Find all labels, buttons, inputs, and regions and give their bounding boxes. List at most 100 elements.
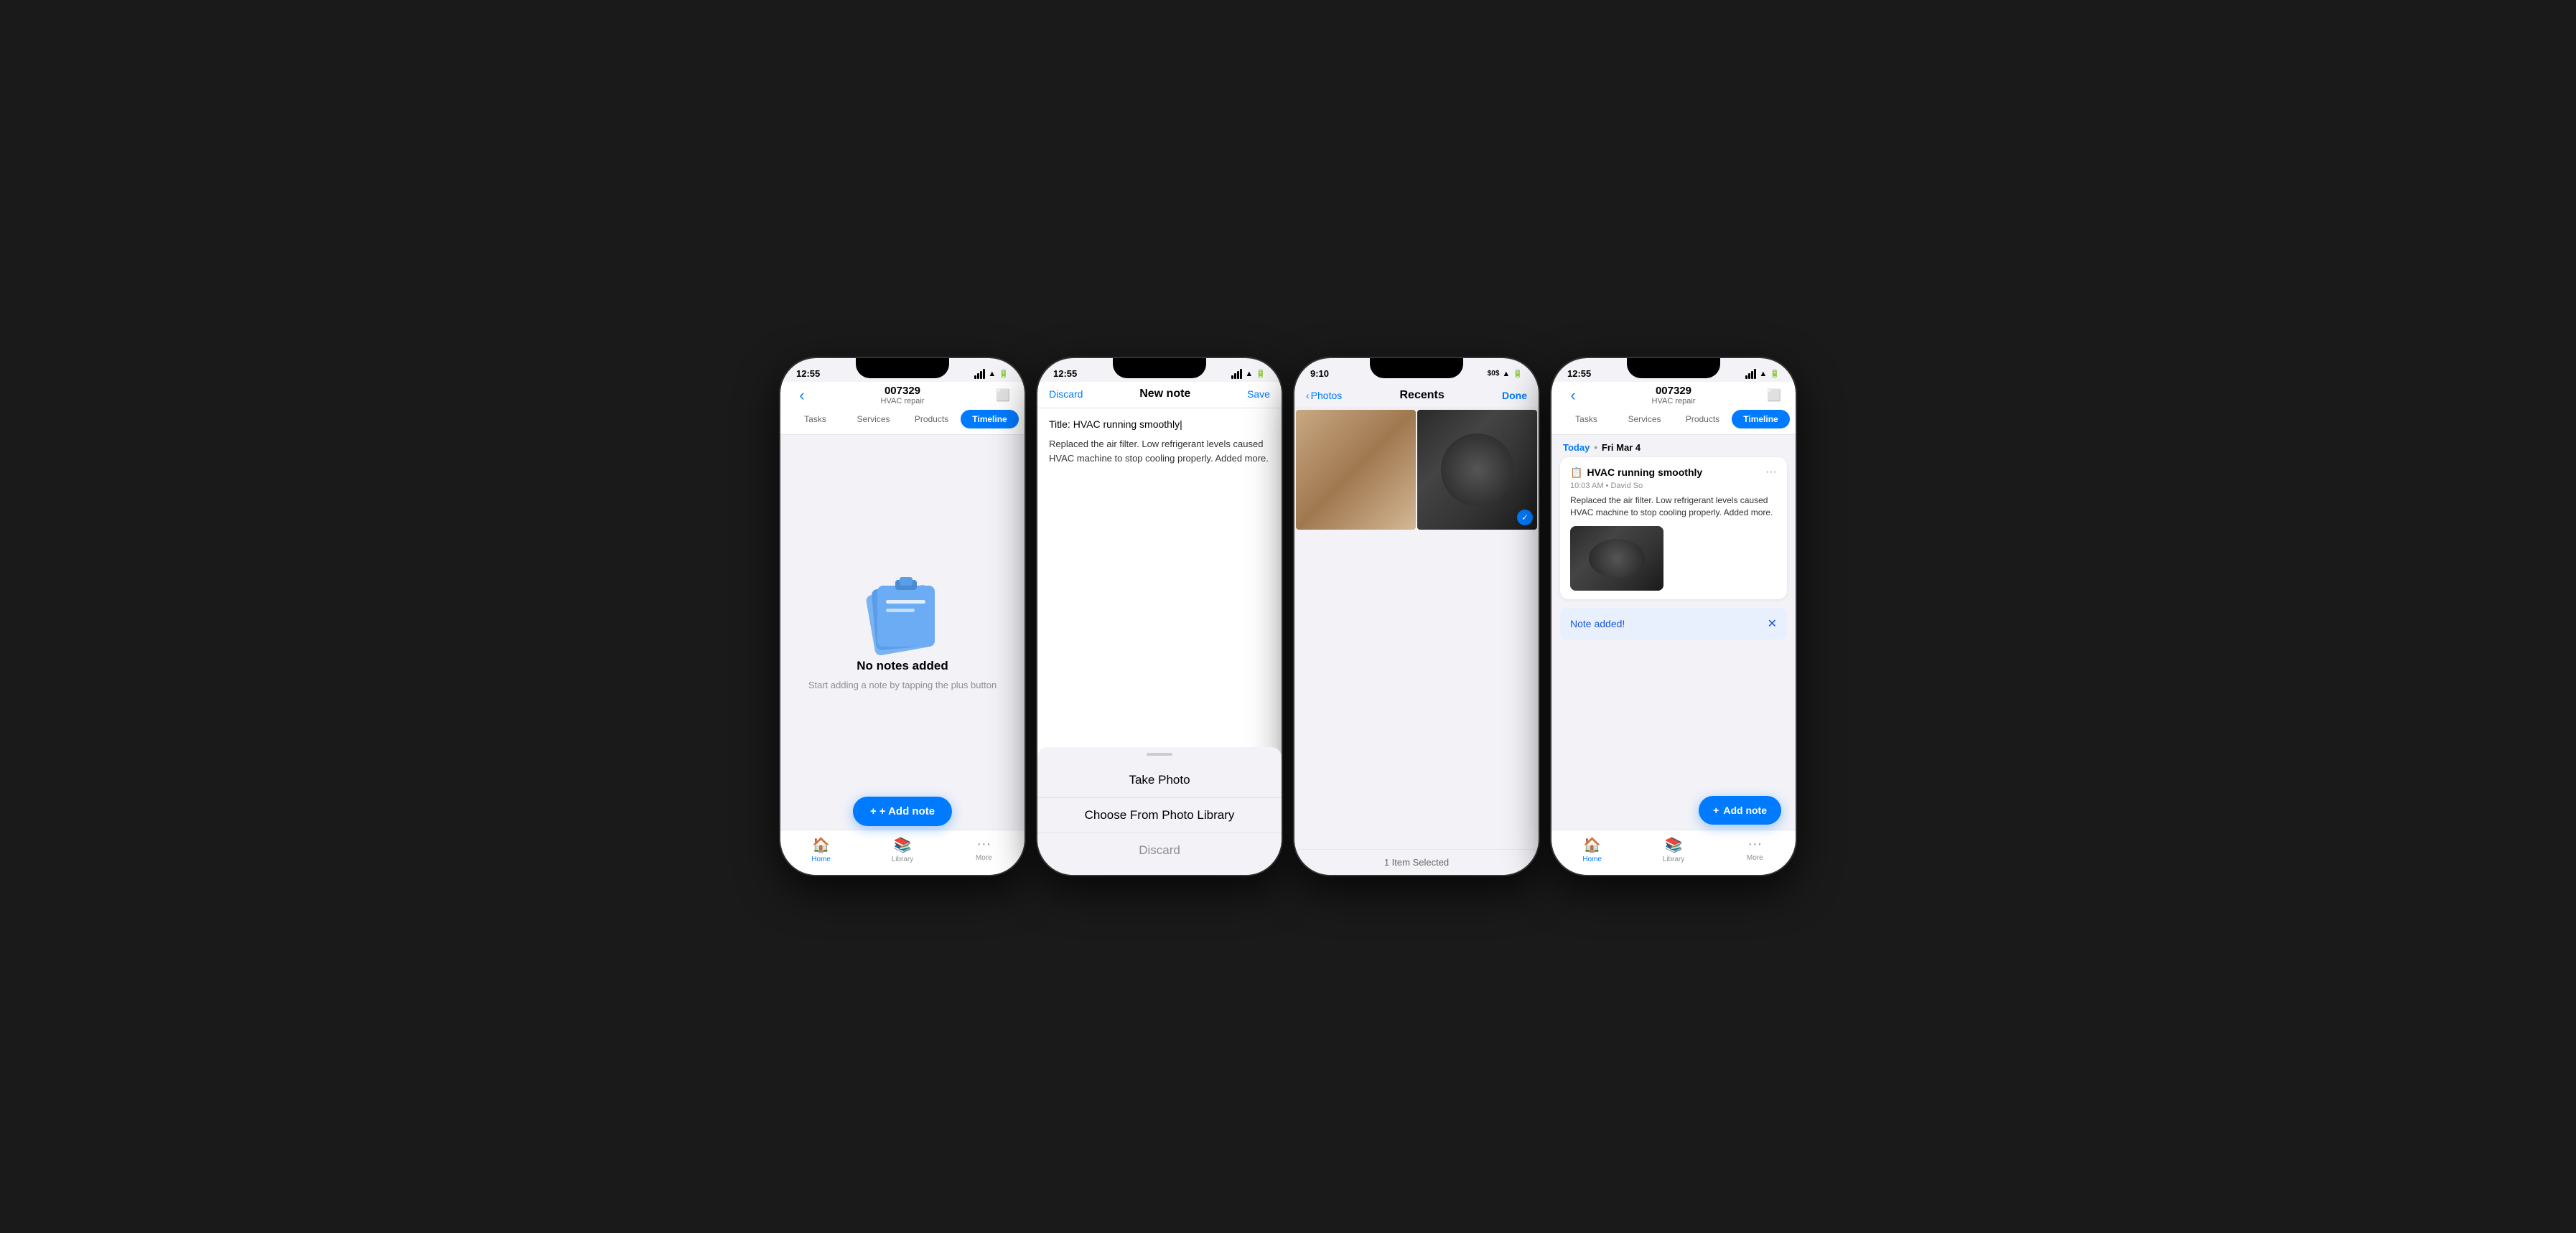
phone-2: 12:55 ▲ 🔋 Discard New note Save Title: H… [1037,358,1282,875]
action-discard[interactable]: Discard [1037,833,1282,868]
tab-timeline-4[interactable]: Timeline [1732,410,1790,428]
nav-more-4[interactable]: ··· More [1714,836,1796,863]
export-button-4[interactable]: ⬜ [1764,385,1784,405]
nav-home-1[interactable]: 🏠 Home [780,836,862,863]
wifi-icon-3: ▲ [1502,370,1510,378]
discard-button-2[interactable]: Discard [1049,388,1083,400]
header-title-1: 007329 HVAC repair [812,385,993,405]
photo-thumb-carpet[interactable] [1296,410,1416,530]
bottom-nav-4: 🏠 Home 📚 Library ··· More [1551,830,1796,875]
tab-tasks-4[interactable]: Tasks [1557,410,1615,428]
library-icon-4: 📚 [1665,836,1683,854]
card-menu-button-4[interactable]: ··· [1765,466,1777,479]
job-subtitle-1: HVAC repair [812,397,993,405]
card-title-row-4: 📋 HVAC running smoothly [1570,467,1702,479]
status-time-1: 12:55 [796,368,820,379]
battery-icon-4: 🔋 [1770,369,1780,378]
battery-icon-2: 🔋 [1256,369,1266,378]
photo-thumb-hvac[interactable]: ✓ [1417,410,1537,530]
timeline-card-4: 📋 HVAC running smoothly ··· 10:03 AM • D… [1560,457,1787,599]
tab-products-1[interactable]: Products [902,410,961,428]
wifi-icon-4: ▲ [1759,370,1767,378]
bar1 [974,375,976,379]
note-title-field-2[interactable]: Title: HVAC running smoothly| [1049,418,1270,430]
signal-bars-1 [974,369,985,379]
header-title-4: 007329 HVAC repair [1583,385,1764,405]
screen-4: 12:55 ▲ 🔋 ‹ 007329 HVAC repair [1551,358,1796,875]
job-number-1: 007329 [812,385,993,397]
back-button-4[interactable]: ‹ [1563,385,1583,405]
status-icons-1: ▲ 🔋 [974,369,1009,379]
status-icons-4: ▲ 🔋 [1745,369,1780,379]
nav-home-4[interactable]: 🏠 Home [1551,836,1633,863]
grid-spacer-3 [1294,630,1539,849]
toast-text-4: Note added! [1570,618,1625,629]
more-icon-1: ··· [976,836,991,853]
today-label-4: Today [1563,442,1590,453]
screen-2: 12:55 ▲ 🔋 Discard New note Save Title: H… [1037,358,1282,875]
job-number-4: 007329 [1583,385,1764,397]
notes-app-icon [856,573,949,659]
status-icons-3: $0$ ▲ 🔋 [1488,369,1523,378]
carrier-label-3: $0$ [1488,370,1500,378]
add-note-fab-1[interactable]: + + Add note [853,797,952,826]
battery-icon-3: 🔋 [1513,369,1523,378]
tabs-1: Tasks Services Products Timeline [780,410,1025,435]
dot-4: • [1594,442,1597,453]
bar4 [983,369,985,379]
action-choose-library[interactable]: Choose From Photo Library [1037,798,1282,833]
tab-tasks-1[interactable]: Tasks [786,410,844,428]
add-note-fab-4[interactable]: + Add note [1699,796,1781,825]
date-label-4: Fri Mar 4 [1602,442,1641,453]
new-note-title-2: New note [1139,388,1190,400]
empty-subtitle-1: Start adding a note by tapping the plus … [808,679,997,692]
tab-services-1[interactable]: Services [844,410,902,428]
export-button-1[interactable]: ⬜ [993,385,1013,405]
photo-grid-3: ✓ [1294,408,1539,630]
wifi-icon-2: ▲ [1245,370,1253,378]
tab-services-4[interactable]: Services [1615,410,1674,428]
nav-library-4[interactable]: 📚 Library [1633,836,1714,863]
phone-3: 9:10 $0$ ▲ 🔋 ‹ Photos Recents Done [1294,358,1539,875]
card-doc-icon-4: 📋 [1570,467,1582,479]
checkmark-icon-3: ✓ [1521,512,1529,522]
chevron-left-icon-1: ‹ [799,386,804,405]
note-body-field-2[interactable]: Replaced the air filter. Low refrigerant… [1049,437,1270,465]
status-time-4: 12:55 [1567,368,1591,379]
done-button-3[interactable]: Done [1502,390,1527,401]
status-time-2: 12:55 [1053,368,1077,379]
bar4-4 [1754,369,1756,379]
phone-4: 12:55 ▲ 🔋 ‹ 007329 HVAC repair [1551,358,1796,875]
notch-2 [1113,358,1206,378]
toast-4: Note added! ✕ [1560,608,1787,639]
bar4-1 [1745,375,1747,379]
tabs-4: Tasks Services Products Timeline [1551,410,1796,435]
bar2-3 [1237,371,1239,379]
status-time-3: 9:10 [1310,368,1329,379]
signal-bars-2 [1231,369,1242,379]
content-1: No notes added Start adding a note by ta… [780,435,1025,830]
photos-back-button-3[interactable]: ‹ Photos [1306,390,1342,401]
tab-products-4[interactable]: Products [1674,410,1732,428]
tab-timeline-1[interactable]: Timeline [961,410,1019,428]
signal-bars-4 [1745,369,1756,379]
action-sheet-handle [1147,753,1172,756]
export-icon-4: ⬜ [1767,388,1781,403]
note-content-2[interactable]: Title: HVAC running smoothly| Replaced t… [1037,408,1282,782]
nav-library-1[interactable]: 📚 Library [862,836,943,863]
notch-1 [856,358,949,378]
back-button-1[interactable]: ‹ [792,385,812,405]
bar2-2 [1234,373,1236,379]
bar2 [977,373,979,379]
more-icon-4: ··· [1747,836,1762,853]
card-title-4: HVAC running smoothly [1587,467,1702,478]
card-header-4: 📋 HVAC running smoothly ··· [1570,466,1777,479]
job-subtitle-4: HVAC repair [1583,397,1764,405]
nav-more-1[interactable]: ··· More [943,836,1025,863]
bar2-4 [1240,369,1242,379]
action-take-photo[interactable]: Take Photo [1037,763,1282,798]
home-icon-1: 🏠 [812,836,830,854]
save-button-2[interactable]: Save [1247,388,1270,400]
bar4-3 [1751,371,1753,379]
toast-close-button-4[interactable]: ✕ [1768,616,1777,631]
